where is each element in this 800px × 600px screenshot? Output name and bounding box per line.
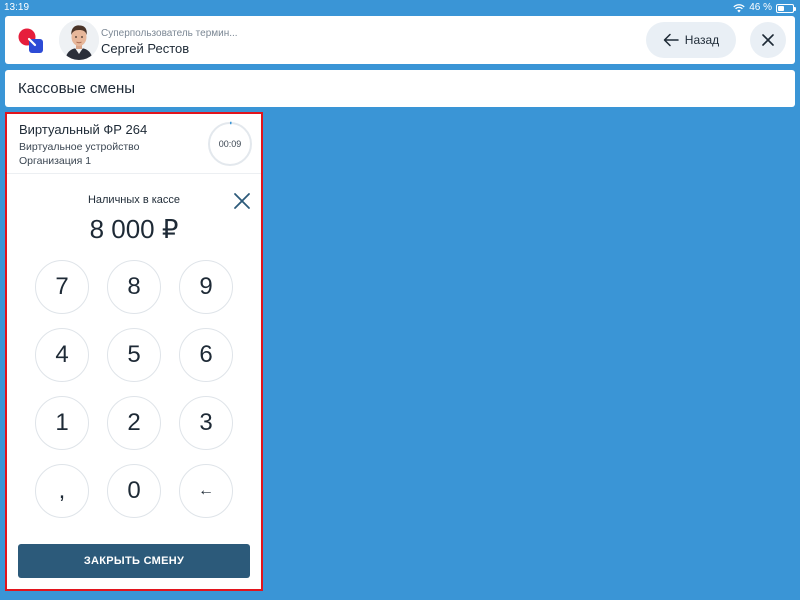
shift-timer: 00:09 xyxy=(218,139,242,149)
key-9[interactable]: 9 xyxy=(179,260,233,314)
key-6[interactable]: 6 xyxy=(179,328,233,382)
close-icon xyxy=(762,34,774,46)
user-name: Сергей Рестов xyxy=(101,41,190,56)
key-0[interactable]: 0 xyxy=(107,464,161,518)
close-shift-button[interactable]: ЗАКРЫТЬ СМЕНУ xyxy=(18,544,250,578)
register-header[interactable]: Виртуальный ФР 264 Виртуальное устройств… xyxy=(7,114,261,174)
battery-icon xyxy=(776,3,796,13)
key-3[interactable]: 3 xyxy=(179,396,233,450)
key-1[interactable]: 1 xyxy=(35,396,89,450)
back-button-label: Назад xyxy=(684,33,720,47)
avatar xyxy=(59,20,99,60)
back-button[interactable]: Назад xyxy=(646,22,736,58)
key-5[interactable]: 5 xyxy=(107,328,161,382)
register-device: Виртуальное устройство xyxy=(19,141,140,153)
page-title: Кассовые смены xyxy=(5,70,795,107)
status-bar: 13:19 46 % xyxy=(0,0,800,16)
key-comma[interactable]: , xyxy=(35,464,89,518)
close-button[interactable] xyxy=(750,22,786,58)
register-panel: Виртуальный ФР 264 Виртуальное устройств… xyxy=(5,112,263,591)
status-time: 13:19 xyxy=(4,2,30,13)
key-8[interactable]: 8 xyxy=(107,260,161,314)
user-role: Суперпользователь термин... xyxy=(101,28,238,39)
app-logo-icon xyxy=(18,28,43,53)
header: Суперпользователь термин... Сергей Ресто… xyxy=(5,16,795,64)
wifi-icon xyxy=(733,4,745,13)
close-icon[interactable] xyxy=(231,190,253,212)
key-2[interactable]: 2 xyxy=(107,396,161,450)
key-7[interactable]: 7 xyxy=(35,260,89,314)
cash-label: Наличных в кассе xyxy=(87,194,181,206)
battery-percent: 46 % xyxy=(749,2,772,13)
cash-amount: 8 000 ₽ xyxy=(89,214,179,244)
status-right: 46 % xyxy=(733,0,796,16)
register-organization: Организация 1 xyxy=(19,155,92,167)
arrow-left-icon xyxy=(663,33,679,47)
key-backspace[interactable]: ← xyxy=(179,464,233,518)
key-4[interactable]: 4 xyxy=(35,328,89,382)
register-name: Виртуальный ФР 264 xyxy=(19,122,148,137)
